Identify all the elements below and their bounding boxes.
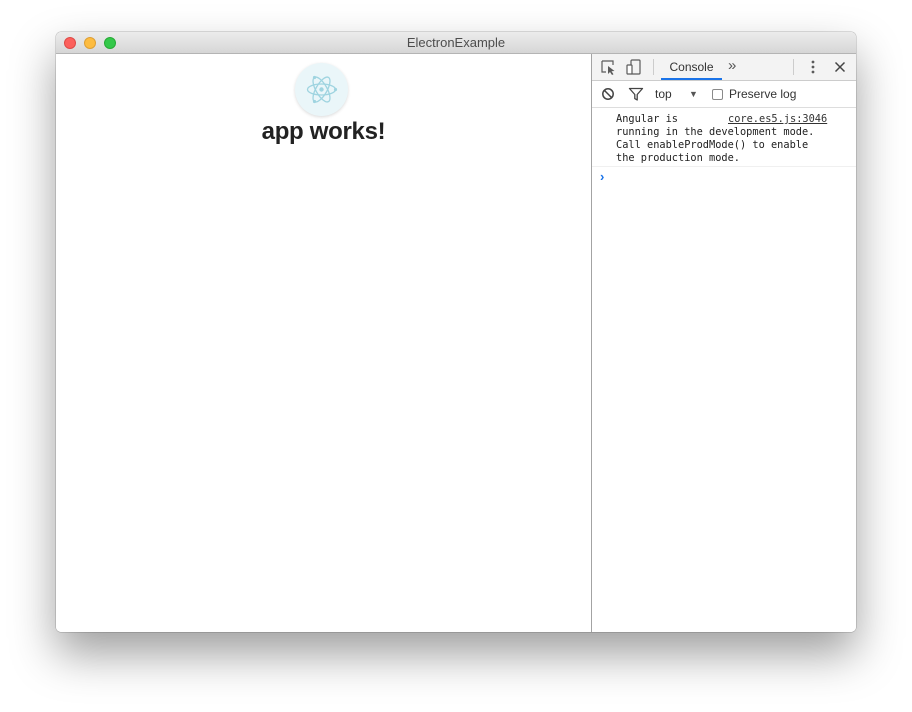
window-title: ElectronExample — [406, 35, 506, 50]
app-content: app works! — [56, 54, 591, 632]
desktop: ElectronExample app works! Console » top… — [0, 0, 912, 712]
console-prompt: › — [592, 167, 856, 187]
preserve-log-checkbox[interactable] — [712, 89, 723, 100]
message-text-line: the production mode. — [616, 152, 740, 164]
inspect-element-icon[interactable] — [599, 58, 619, 76]
title-bar[interactable]: ElectronExample — [56, 32, 856, 54]
filter-icon[interactable] — [626, 85, 646, 103]
kebab-menu-icon[interactable] — [803, 58, 823, 76]
app-window: ElectronExample app works! Console » top… — [56, 32, 856, 632]
chevron-down-icon[interactable]: ▼ — [689, 81, 698, 107]
tab-console[interactable]: Console — [661, 54, 722, 80]
toolbar-divider — [653, 59, 654, 75]
toolbar-divider — [793, 59, 794, 75]
console-filter-bar: top ▼ Preserve log — [592, 81, 856, 108]
message-text-line: Call enableProdMode() to enable — [616, 139, 809, 151]
execution-context-select[interactable]: top — [655, 81, 672, 107]
prompt-caret-icon: › — [600, 169, 605, 184]
devtools-panel: Console » top ▼ Preserve log core.es5.js… — [591, 54, 856, 632]
preserve-log-label[interactable]: Preserve log — [729, 81, 796, 107]
console-message: core.es5.js:3046 Angular is running in t… — [592, 108, 856, 167]
message-text-line: running in the development mode. — [616, 126, 815, 138]
electron-atom-icon — [295, 63, 348, 116]
app-heading: app works! — [261, 118, 386, 145]
more-tabs-button[interactable]: » — [728, 54, 736, 80]
close-icon[interactable] — [830, 58, 850, 76]
device-toolbar-icon[interactable] — [624, 58, 644, 76]
message-source-link[interactable]: core.es5.js:3046 — [728, 113, 827, 126]
devtools-toolbar: Console » — [592, 54, 856, 81]
message-text-line: Angular is — [616, 113, 678, 125]
console-input[interactable] — [614, 169, 850, 185]
clear-console-icon[interactable] — [598, 85, 618, 103]
